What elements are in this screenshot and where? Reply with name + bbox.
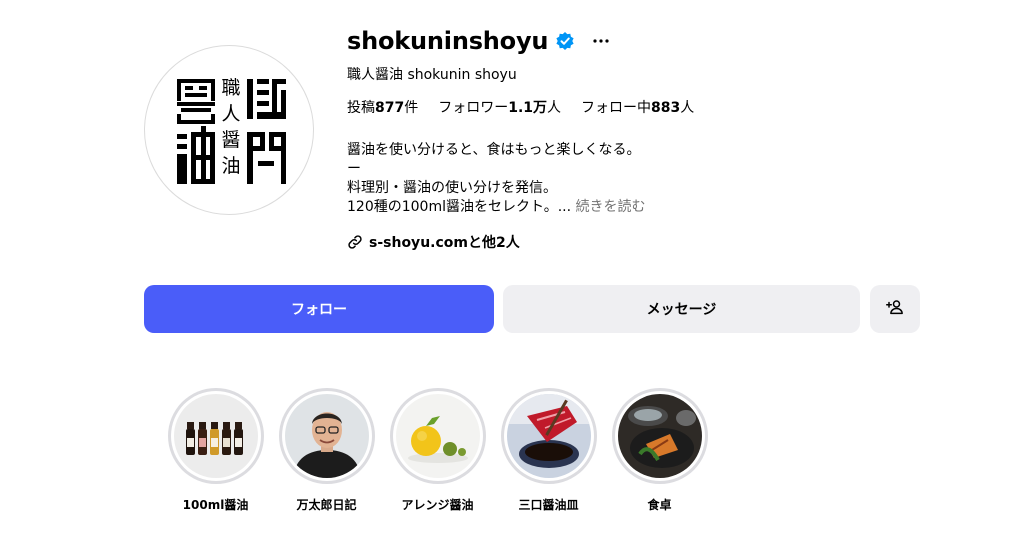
citrus-fruits-image	[395, 394, 480, 478]
profile-bio: 醤油を使い分けると、食はもっと楽しくなる。 ー 料理別・醤油の使い分けを発信。 …	[347, 141, 646, 217]
bio-line: ー	[347, 161, 361, 177]
followers-label: フォロワー	[438, 100, 509, 116]
highlight-item[interactable]: 100ml醤油	[160, 388, 271, 513]
following-stat[interactable]: フォロー中883人	[581, 97, 694, 117]
username-row: shokuninshoyu	[347, 24, 611, 58]
posts-stat: 投稿877件	[347, 97, 418, 117]
profile-avatar[interactable]: 職 人 醤 油	[144, 45, 314, 215]
highlight-item[interactable]: 食卓	[604, 388, 715, 513]
bio-line: 醤油を使い分けると、食はもっと楽しくなる。	[347, 142, 641, 158]
read-more-link[interactable]: 続きを読む	[576, 199, 646, 215]
highlight-ring	[500, 388, 597, 484]
posts-count: 877	[375, 100, 405, 116]
link-icon	[347, 234, 363, 250]
bio-line: 料理別・醤油の使い分けを発信。	[347, 180, 557, 196]
following-unit: 人	[680, 100, 695, 116]
highlight-ring	[278, 388, 375, 484]
svg-text:醤: 醤	[221, 129, 240, 151]
followers-count: 1.1万	[508, 100, 548, 116]
username: shokuninshoyu	[347, 27, 549, 55]
shokunin-shoyu-logo: 職 人 醤 油	[177, 77, 286, 184]
profile-full-name: 職人醤油 shokunin shoyu	[347, 67, 517, 83]
followers-unit: 人	[547, 100, 562, 116]
highlight-label: 100ml醤油	[182, 498, 249, 512]
dining-table-image	[617, 394, 702, 478]
highlight-item[interactable]: 万太郎日記	[271, 388, 382, 513]
profile-link[interactable]: s-shoyu.comと他2人	[347, 232, 520, 252]
soy-sauce-bottles-image	[173, 394, 258, 478]
bio-line: 120種の100ml醤油をセレクト。... 続きを読む	[347, 198, 646, 217]
svg-text:人: 人	[221, 103, 240, 125]
posts-unit: 件	[404, 100, 419, 116]
man-portrait-image	[284, 394, 369, 478]
svg-text:油: 油	[221, 155, 240, 177]
story-highlights: 100ml醤油 万太郎日記 アレンジ醤油 三口醤油皿 食卓	[160, 388, 715, 513]
follow-button[interactable]: フォロー	[144, 285, 494, 333]
highlight-ring	[389, 388, 486, 484]
following-count: 883	[651, 100, 681, 116]
bio-line-text: 120種の100ml醤油をセレクト。...	[347, 199, 572, 215]
profile-page: 職 人 醤 油 shokuninshoyu 職人醤油 shokunin shoy…	[0, 0, 1024, 537]
more-options-icon[interactable]	[591, 31, 611, 51]
highlight-label: アレンジ醤油	[401, 498, 474, 512]
highlight-item[interactable]: アレンジ醤油	[382, 388, 493, 513]
highlight-ring	[611, 388, 708, 484]
suggest-user-button[interactable]	[870, 285, 920, 333]
highlight-label: 食卓	[647, 498, 672, 512]
profile-stats: 投稿877件 フォロワー1.1万人 フォロー中883人	[347, 97, 714, 117]
message-button[interactable]: メッセージ	[503, 285, 860, 333]
highlight-label: 万太郎日記	[296, 498, 357, 512]
posts-label: 投稿	[347, 100, 375, 116]
add-user-icon	[886, 298, 904, 320]
profile-link-text: s-shoyu.comと他2人	[369, 235, 520, 251]
following-label: フォロー中	[581, 100, 652, 116]
sashimi-dish-image	[506, 394, 591, 478]
highlight-label: 三口醤油皿	[518, 498, 579, 512]
verified-badge-icon	[555, 31, 575, 51]
followers-stat[interactable]: フォロワー1.1万人	[438, 97, 561, 117]
svg-text:職: 職	[221, 77, 240, 99]
highlight-item[interactable]: 三口醤油皿	[493, 388, 604, 513]
highlight-ring	[167, 388, 264, 484]
